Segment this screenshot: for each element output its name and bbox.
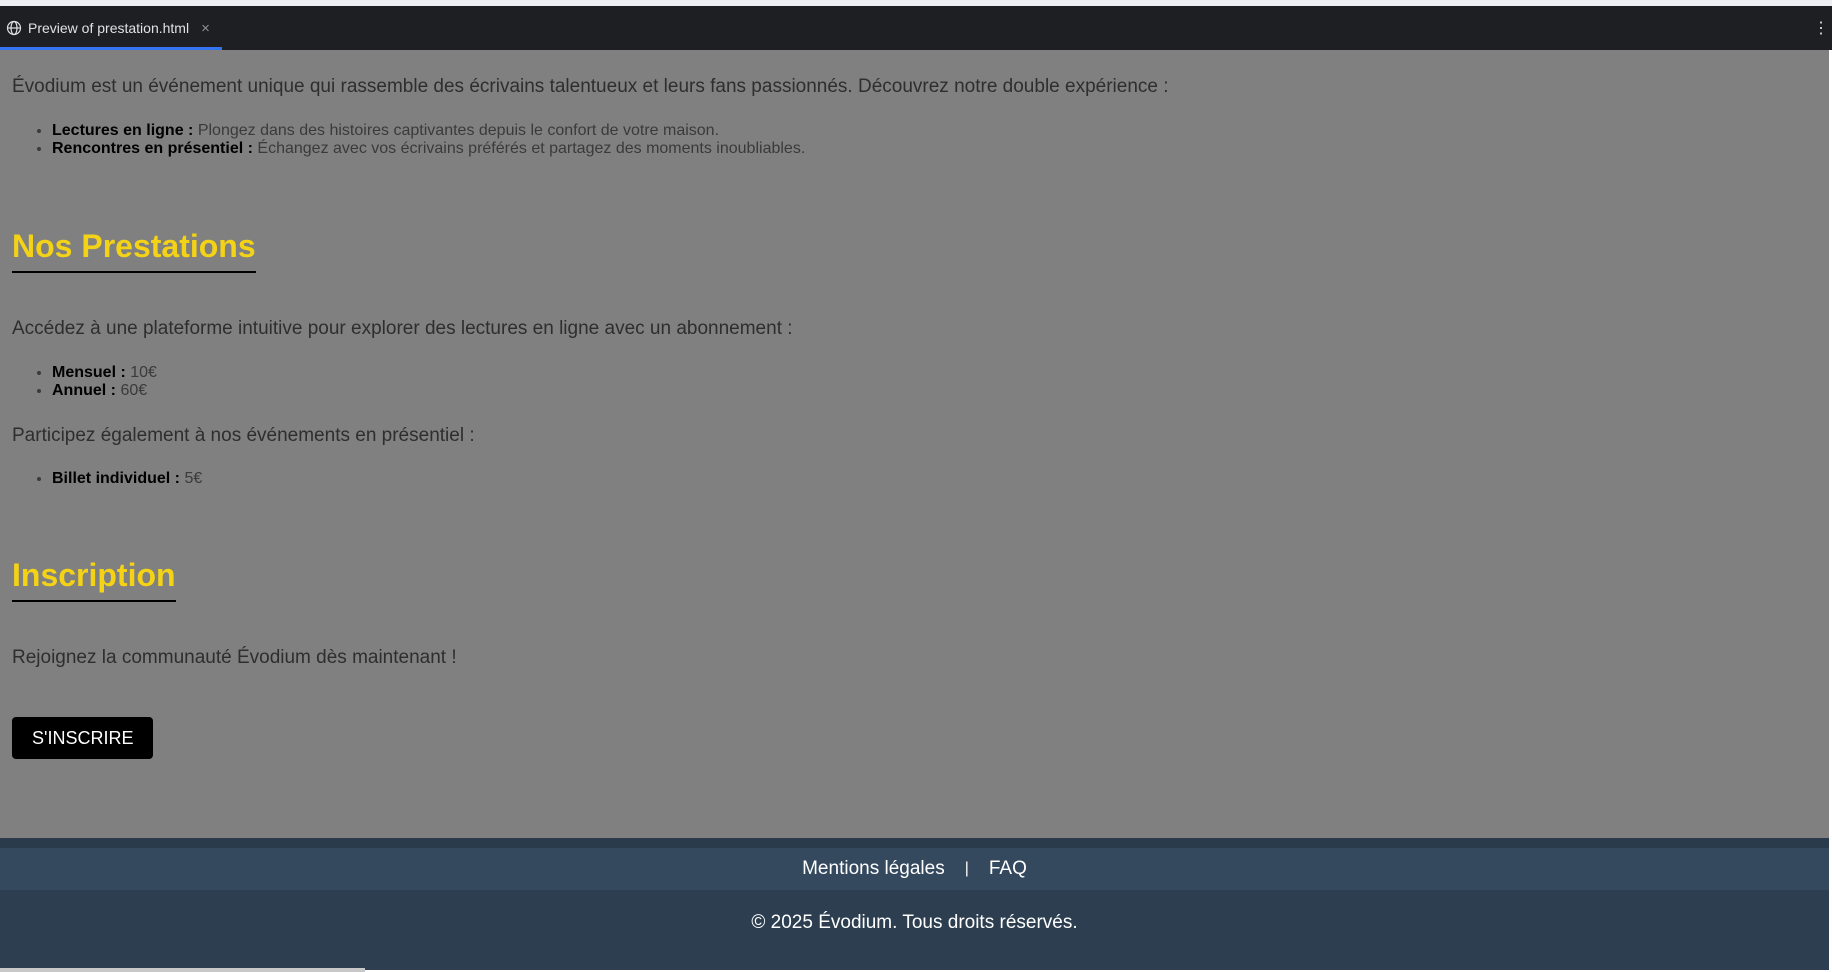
editor-tab-bar: Preview of prestation.html × ⋮ <box>0 6 1832 50</box>
list-item: Billet individuel : 5€ <box>52 470 202 488</box>
footer-separator: | <box>964 860 969 877</box>
tab-preview[interactable]: Preview of prestation.html × <box>0 6 222 50</box>
ticket-list: Billet individuel : 5€ <box>52 470 202 488</box>
horizontal-scrollbar[interactable] <box>0 968 365 972</box>
item-text: Plongez dans des histoires captivantes d… <box>197 122 720 139</box>
globe-icon <box>6 20 22 36</box>
faq-link[interactable]: FAQ <box>989 858 1027 880</box>
item-price: 10€ <box>130 364 157 381</box>
item-label: Lectures en ligne : <box>52 122 194 139</box>
item-label: Mensuel : <box>52 364 126 381</box>
subscription-list: Mensuel : 10€ Annuel : 60€ <box>52 364 157 400</box>
item-price: 5€ <box>184 470 203 487</box>
item-text: Échangez avec vos écrivains préférés et … <box>257 140 806 157</box>
legal-notice-link[interactable]: Mentions légales <box>802 858 945 880</box>
list-item: Lectures en ligne : Plongez dans des his… <box>52 122 805 140</box>
item-price: 60€ <box>120 382 148 399</box>
copyright-text: © 2025 Évodium. Tous droits réservés. <box>751 912 1078 933</box>
online-offer-text: Accédez à une plateforme intuitive pour … <box>12 318 793 339</box>
event-offer-text: Participez également à nos événements en… <box>12 425 475 446</box>
intro-text: Évodium est un événement unique qui rass… <box>12 76 1169 97</box>
footer: Mentions légales | FAQ © 2025 Évodium. T… <box>0 838 1829 970</box>
item-label: Billet individuel : <box>52 470 181 487</box>
close-icon[interactable]: × <box>201 20 210 37</box>
more-options-icon[interactable]: ⋮ <box>1813 18 1829 38</box>
item-label: Annuel : <box>52 382 116 399</box>
signup-button[interactable]: S'INSCRIRE <box>12 717 154 759</box>
item-label: Rencontres en présentiel : <box>52 140 253 157</box>
footer-links: Mentions légales | FAQ <box>0 848 1829 890</box>
list-item: Rencontres en présentiel : Échangez avec… <box>52 140 805 158</box>
inscription-text: Rejoignez la communauté Évodium dès main… <box>12 647 457 668</box>
list-item: Mensuel : 10€ <box>52 364 157 382</box>
footer-divider <box>0 838 1829 848</box>
tab-title: Preview of prestation.html <box>28 20 190 36</box>
intro-list: Lectures en ligne : Plongez dans des his… <box>52 122 805 158</box>
prestations-heading: Nos Prestations <box>12 227 256 273</box>
list-item: Annuel : 60€ <box>52 382 157 400</box>
page-content: Évodium est un événement unique qui rass… <box>0 50 1829 838</box>
inscription-heading: Inscription <box>12 556 176 602</box>
